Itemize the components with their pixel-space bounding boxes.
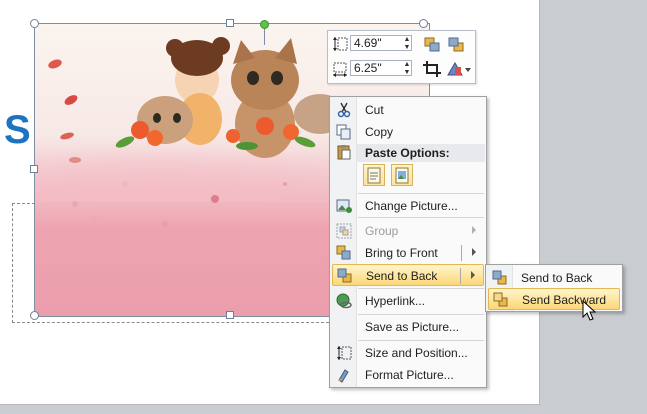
- resize-handle-left[interactable]: [30, 165, 38, 173]
- menu-item-save-as-picture[interactable]: Save as Picture...: [332, 316, 484, 338]
- bring-to-front-icon: [336, 245, 351, 260]
- bring-to-front-icon[interactable]: [422, 35, 442, 53]
- resize-handle-top-right[interactable]: [419, 19, 428, 28]
- menu-item-group: Group: [332, 220, 484, 242]
- submenu-item-send-to-back[interactable]: Send to Back: [488, 267, 620, 289]
- menu-separator: [358, 193, 484, 194]
- group-icon: [336, 223, 352, 239]
- resize-handle-top-left[interactable]: [30, 19, 39, 28]
- send-backward-icon: [493, 292, 508, 307]
- menu-item-label: Hyperlink...: [365, 294, 426, 308]
- rotation-stem: [264, 29, 265, 45]
- paste-picture-icon: [395, 167, 409, 184]
- menu-item-bring-to-front[interactable]: Bring to Front: [332, 242, 484, 264]
- width-spin-arrows[interactable]: ▲ ▼: [402, 61, 412, 77]
- submenu-arrow-icon: [472, 226, 476, 234]
- context-menu: Cut Copy Paste Options: Change Picture..…: [329, 96, 487, 388]
- rotate-handle[interactable]: [260, 20, 269, 29]
- send-to-back-icon: [492, 270, 507, 285]
- send-to-back-submenu: Send to Back Send Backward: [485, 264, 623, 312]
- title-text-fragment[interactable]: S: [4, 108, 31, 153]
- paste-options-label: Paste Options:: [365, 146, 450, 160]
- menu-item-label: Send to Back: [366, 269, 438, 283]
- menu-separator: [358, 314, 484, 315]
- menu-item-label: Copy: [365, 125, 394, 139]
- menu-item-label: Format Picture...: [365, 368, 454, 382]
- shape-effects-icon[interactable]: [446, 60, 472, 78]
- resize-handle-top[interactable]: [226, 19, 234, 27]
- clipboard-icon: [337, 145, 351, 160]
- mini-toolbar: ▲▼ ▲▼: [327, 30, 476, 84]
- hyperlink-globe-icon: [336, 293, 352, 309]
- shape-width-icon: [333, 62, 347, 77]
- resize-handle-bottom[interactable]: [226, 311, 234, 319]
- menu-item-format-picture[interactable]: Format Picture...: [332, 364, 484, 386]
- paste-use-destination-theme-button[interactable]: [363, 164, 385, 186]
- shape-height-icon: [333, 37, 348, 51]
- submenu-item-send-backward[interactable]: Send Backward: [488, 288, 620, 310]
- menu-item-label: Size and Position...: [365, 346, 468, 360]
- menu-separator: [358, 217, 484, 218]
- menu-item-label: Group: [365, 224, 399, 238]
- resize-handle-bottom-left[interactable]: [30, 311, 39, 320]
- menu-item-label: Save as Picture...: [365, 320, 460, 334]
- menu-item-label: Bring to Front: [365, 246, 438, 260]
- paste-keep-format-icon: [367, 167, 381, 184]
- paste-options-section: Paste Options:: [357, 144, 485, 162]
- submenu-arrow-icon[interactable]: [472, 248, 476, 256]
- menu-item-copy[interactable]: Copy: [332, 121, 484, 143]
- format-picture-icon: [338, 369, 349, 383]
- crop-icon[interactable]: [422, 60, 442, 78]
- menu-separator: [358, 340, 484, 341]
- send-to-back-icon: [337, 268, 352, 283]
- menu-item-size-and-position[interactable]: Size and Position...: [332, 342, 484, 364]
- menu-item-label: Cut: [365, 103, 384, 117]
- menu-item-hyperlink[interactable]: Hyperlink...: [332, 290, 484, 312]
- submenu-arrow-icon[interactable]: [471, 271, 475, 279]
- menu-item-change-picture[interactable]: Change Picture...: [332, 195, 484, 217]
- split-divider: [461, 245, 462, 261]
- height-spin-arrows[interactable]: ▲ ▼: [402, 36, 412, 52]
- menu-item-label: Send to Back: [521, 271, 593, 285]
- change-picture-icon: [336, 199, 352, 213]
- menu-separator: [358, 288, 484, 289]
- split-divider: [460, 268, 461, 284]
- size-position-icon: [337, 346, 352, 360]
- height-spinner: ▲▼: [330, 34, 416, 54]
- menu-item-label: Change Picture...: [365, 199, 458, 213]
- width-spinner: ▲▼: [330, 59, 416, 79]
- menu-item-cut[interactable]: Cut: [332, 99, 484, 121]
- send-to-back-icon[interactable]: [446, 35, 466, 53]
- mouse-pointer-icon: [582, 300, 596, 321]
- paste-as-picture-button[interactable]: [391, 164, 413, 186]
- scissors-icon: [337, 102, 351, 118]
- copy-icon: [336, 124, 351, 140]
- menu-item-send-to-back[interactable]: Send to Back: [332, 264, 484, 286]
